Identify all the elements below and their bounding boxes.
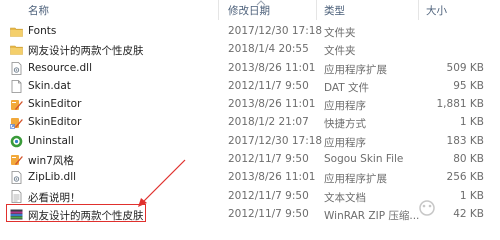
file-type: 应用程序 bbox=[324, 100, 366, 113]
file-name: Uninstall bbox=[28, 134, 74, 147]
column-divider[interactable] bbox=[418, 0, 419, 20]
file-type: 应用程序扩展 bbox=[324, 63, 387, 76]
column-size[interactable]: 大小 bbox=[426, 3, 447, 18]
file-date: 2018/1/4 20:55 bbox=[228, 43, 309, 56]
sogou-skin-icon bbox=[11, 155, 23, 166]
file-name: Fonts bbox=[28, 25, 57, 37]
file-row-uninstall[interactable]: Uninstall 2017/12/30 17:18 应用程序 183 KB bbox=[0, 133, 500, 151]
file-type: 快捷方式 bbox=[324, 118, 366, 131]
uninstall-icon bbox=[10, 135, 23, 148]
file-name: SkinEditor bbox=[28, 98, 82, 111]
file-name: SkinEditor bbox=[28, 116, 82, 129]
file-size: 509 KB bbox=[446, 61, 484, 74]
file-name: 网友设计的两款个性皮肤 bbox=[28, 45, 144, 58]
skin-editor-icon bbox=[11, 100, 23, 111]
file-date: 2017/12/30 17:18 bbox=[228, 25, 323, 37]
dat-file-icon bbox=[11, 79, 22, 93]
file-size: 95 KB bbox=[453, 79, 484, 92]
file-size: 80 KB bbox=[453, 153, 484, 166]
folder-icon bbox=[10, 27, 23, 37]
file-row-resource-dll[interactable]: Resource.dll 2013/8/26 11:01 应用程序扩展 509 … bbox=[0, 60, 500, 78]
file-date: 2018/1/2 21:07 bbox=[228, 116, 309, 129]
file-type: 文件夹 bbox=[324, 45, 356, 58]
file-date: 2017/12/30 17:18 bbox=[228, 134, 323, 147]
watermark-logo bbox=[419, 200, 435, 216]
file-date: 2013/8/26 11:01 bbox=[228, 61, 316, 74]
column-divider[interactable] bbox=[218, 0, 219, 20]
skin-editor-icon bbox=[10, 118, 23, 130]
column-divider[interactable] bbox=[316, 0, 317, 20]
file-date: 2013/8/26 11:01 bbox=[228, 171, 316, 184]
column-date-modified[interactable]: 修改日期 bbox=[228, 3, 270, 18]
file-type: Sogou Skin File bbox=[324, 153, 404, 166]
file-size: 183 KB bbox=[446, 134, 484, 147]
file-row-skin-folder[interactable]: 网友设计的两款个性皮肤 2018/1/4 20:55 文件夹 bbox=[0, 41, 500, 59]
folder-icon bbox=[10, 45, 23, 56]
file-name: Skin.dat bbox=[28, 79, 71, 92]
column-name[interactable]: 名称 bbox=[28, 3, 49, 18]
file-name: 必看说明！ bbox=[28, 191, 81, 204]
file-row-fonts[interactable]: Fonts 2017/12/30 17:18 文件夹 bbox=[0, 23, 500, 41]
file-type: 应用程序扩展 bbox=[324, 173, 387, 186]
file-date: 2013/8/26 11:01 bbox=[228, 98, 316, 111]
file-row-ziplib-dll[interactable]: ZipLib.dll 2013/8/26 11:01 应用程序扩展 256 KB bbox=[0, 169, 500, 187]
file-type: WinRAR ZIP 压缩... bbox=[324, 209, 420, 222]
file-name: Resource.dll bbox=[28, 61, 92, 74]
file-date: 2012/11/7 9:50 bbox=[228, 79, 309, 92]
file-date: 2012/11/7 9:50 bbox=[228, 207, 309, 220]
file-name: win7风格 bbox=[28, 155, 74, 168]
file-row-win7-skin[interactable]: win7风格 2012/11/7 9:50 Sogou Skin File 80… bbox=[0, 151, 500, 169]
file-size: 256 KB bbox=[446, 171, 484, 184]
file-type: DAT 文件 bbox=[324, 81, 370, 94]
file-row-skineditor-exe[interactable]: SkinEditor 2013/8/26 11:01 应用程序 1,881 KB bbox=[0, 96, 500, 114]
column-type[interactable]: 类型 bbox=[324, 3, 345, 18]
file-type: 应用程序 bbox=[324, 136, 366, 149]
file-row-skineditor-shortcut[interactable]: SkinEditor 2018/1/2 21:07 快捷方式 1 KB bbox=[0, 114, 500, 132]
text-file-icon bbox=[11, 189, 22, 203]
file-name: ZipLib.dll bbox=[28, 171, 77, 184]
file-type: 文本文档 bbox=[324, 191, 366, 204]
file-size: 1 KB bbox=[459, 116, 484, 129]
file-type: 文件夹 bbox=[324, 27, 356, 39]
file-size: 1,881 KB bbox=[436, 98, 485, 111]
file-row-skin-dat[interactable]: Skin.dat 2012/11/7 9:50 DAT 文件 95 KB bbox=[0, 78, 500, 96]
column-header: 名称 修改日期 类型 大小 bbox=[0, 0, 500, 20]
file-date: 2012/11/7 9:50 bbox=[228, 189, 309, 202]
dll-file-icon bbox=[11, 61, 22, 75]
dll-file-icon bbox=[11, 171, 22, 185]
file-date: 2012/11/7 9:50 bbox=[228, 153, 309, 166]
highlight-box bbox=[6, 204, 146, 222]
